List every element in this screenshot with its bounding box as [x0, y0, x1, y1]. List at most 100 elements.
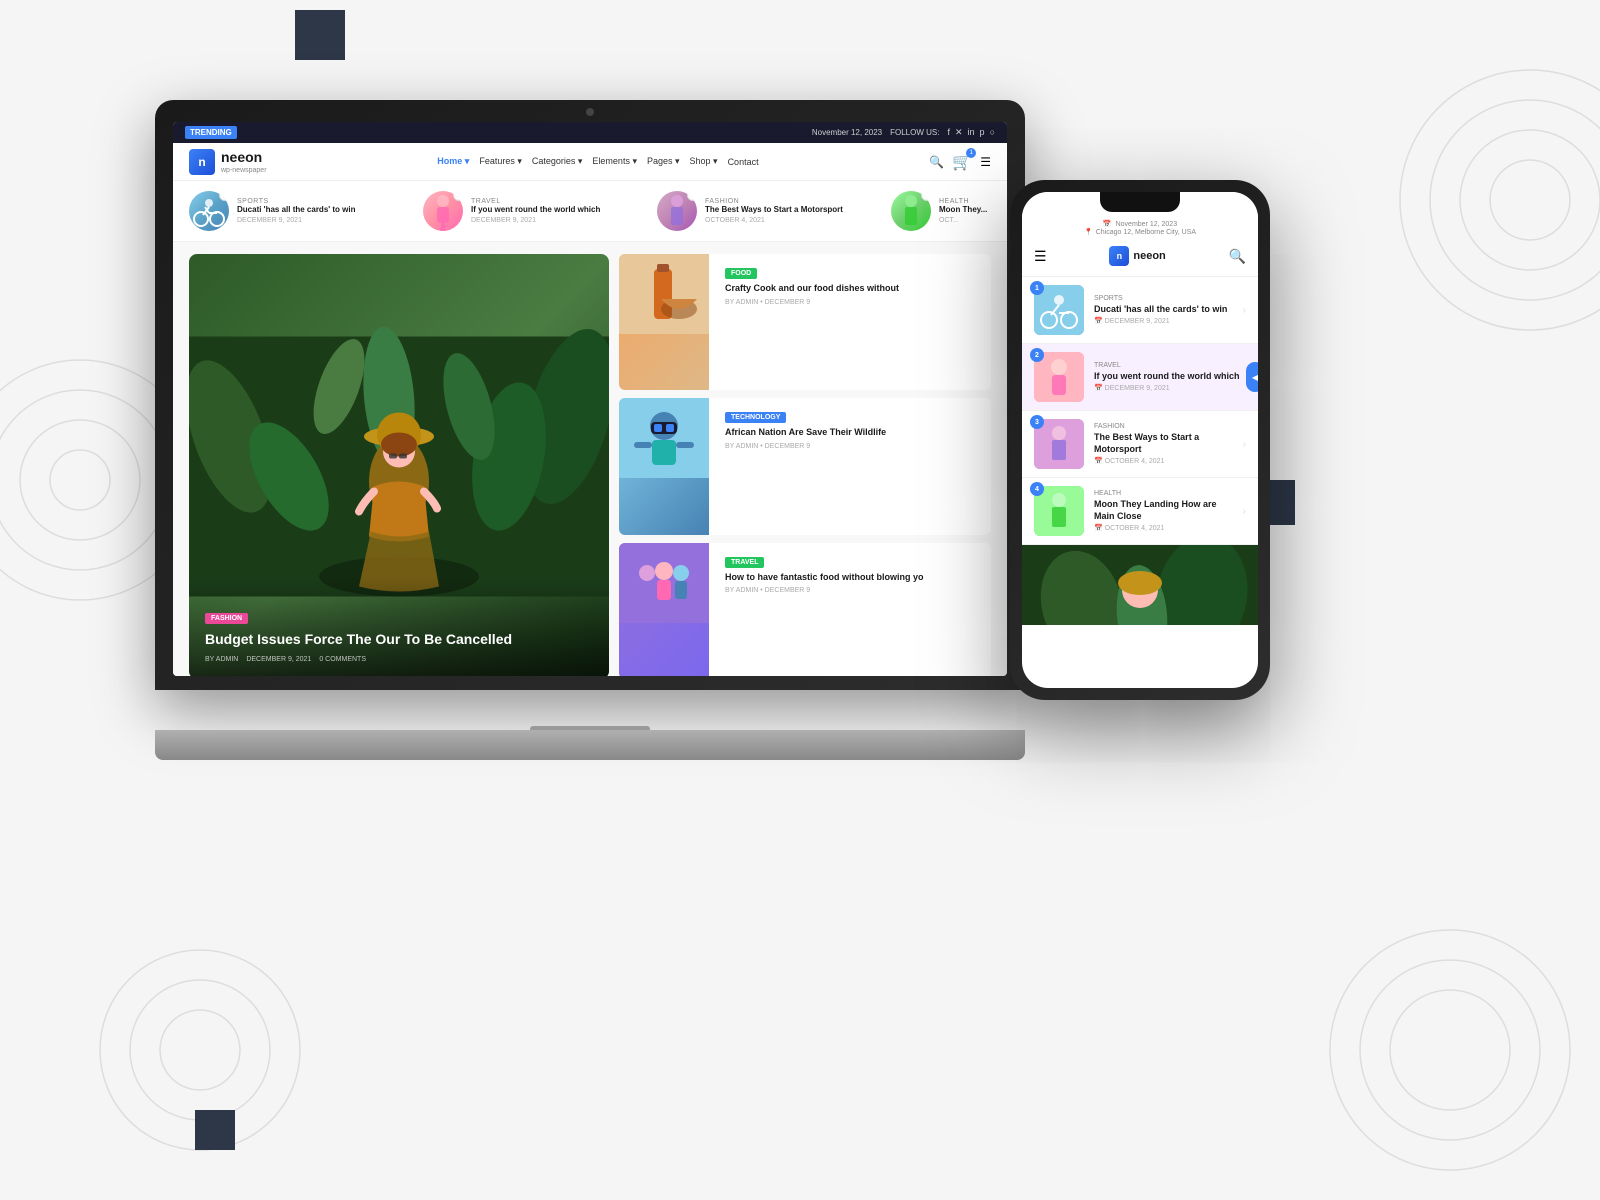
phone-logo-icon: n [1109, 246, 1129, 266]
trending-info-1: SPORTS Ducati 'has all the cards' to win… [237, 198, 411, 224]
phone-article-title-3: The Best Ways to Start a Motorsport [1094, 432, 1233, 455]
tech-badge: TECHNOLOGY [725, 412, 786, 423]
facebook-icon: f [947, 127, 950, 138]
featured-comments: 0 COMMENTS [319, 656, 366, 663]
phone-thumb-1: 1 [1034, 285, 1084, 335]
logo-icon: n [189, 149, 215, 175]
featured-badge: FASHION [205, 613, 248, 624]
nav-shop[interactable]: Shop ▾ [690, 156, 718, 167]
pinterest-icon: p [980, 127, 985, 138]
phone-screen: 📅 November 12, 2023 📍 Chicago 12, Melbor… [1022, 192, 1258, 688]
trending-articles-row: 1 SPORTS Ducati 'has all the cards' to [173, 181, 1007, 242]
side-article-tech[interactable]: TECHNOLOGY African Nation Are Save Their… [619, 398, 991, 534]
phone-article-date-1: 📅 DECEMBER 9, 2021 [1094, 317, 1233, 325]
side-content-travel: TRAVEL How to have fantastic food withou… [717, 543, 991, 676]
phone-article-date-2: 📅 DECEMBER 9, 2021 [1094, 384, 1246, 392]
phone-menu-icon[interactable]: ☰ [1034, 248, 1047, 265]
logo-text-wrap: neeon wp-newspaper [221, 149, 267, 174]
side-content-tech: TECHNOLOGY African Nation Are Save Their… [717, 398, 991, 534]
phone-article-cat-1: SPORTS [1094, 295, 1233, 302]
trending-title-2: If you went round the world which [471, 205, 645, 215]
trending-cat-1: SPORTS [237, 198, 411, 205]
cart-icon[interactable]: 🛒 1 [952, 152, 972, 172]
phone-article-4[interactable]: 4 HEALTH Moon They Landing How are Main … [1022, 478, 1258, 545]
phone-notch [1100, 192, 1180, 212]
nav-links: Home ▾ Features ▾ Categories ▾ Elements … [437, 156, 758, 167]
screen-nav: n neeon wp-newspaper Home ▾ Features ▾ C… [173, 143, 1007, 181]
nav-elements[interactable]: Elements ▾ [592, 156, 637, 167]
trending-item-4[interactable]: 4 HEALTH Moon They... OCT... [891, 191, 991, 231]
featured-author: BY ADMIN [205, 656, 238, 663]
location-icon: 📍 [1084, 228, 1093, 236]
side-thumb-tech [619, 398, 709, 534]
nav-contact[interactable]: Contact [728, 157, 759, 167]
trending-title-1: Ducati 'has all the cards' to win [237, 205, 411, 215]
logo-text: neeon [221, 149, 262, 165]
phone-thumb-4: 4 [1034, 486, 1084, 536]
featured-meta: BY ADMIN DECEMBER 9, 2021 0 COMMENTS [205, 656, 593, 663]
trending-date-4: OCT... [939, 217, 991, 224]
cart-count: 1 [966, 148, 976, 158]
phone-article-info-1: SPORTS Ducati 'has all the cards' to win… [1094, 295, 1233, 326]
side-articles: FOOD Crafty Cook and our food dishes wit… [619, 254, 991, 676]
phone-toggle[interactable]: ◀ [1246, 362, 1258, 392]
featured-date: DECEMBER 9, 2021 [246, 656, 311, 663]
side-meta-food: BY ADMIN • DECEMBER 9 [725, 299, 983, 306]
screen-main: FASHION Budget Issues Force The Our To B… [173, 242, 1007, 676]
featured-article[interactable]: FASHION Budget Issues Force The Our To B… [189, 254, 609, 676]
phone-logo: n neeon [1109, 246, 1165, 266]
topbar-right: November 12, 2023 FOLLOW US: f ✕ in p ○ [812, 127, 995, 138]
decorative-rect-1 [295, 10, 345, 60]
phone-search-icon[interactable]: 🔍 [1229, 248, 1246, 265]
phone-article-title-2: If you went round the world which [1094, 371, 1246, 383]
phone-article-1[interactable]: 1 SPORTS Ducati 'has all the cards' to [1022, 277, 1258, 344]
side-title-travel: How to have fantastic food without blowi… [725, 572, 983, 584]
phone-mockup: 📅 November 12, 2023 📍 Chicago 12, Melbor… [1010, 180, 1270, 700]
thumb-num-2: 2 [453, 191, 463, 201]
phone-thumb-3: 3 [1034, 419, 1084, 469]
trending-info-4: HEALTH Moon They... OCT... [939, 198, 991, 224]
social-icons: f ✕ in p ○ [947, 127, 995, 138]
nav-categories[interactable]: Categories ▾ [532, 156, 583, 167]
phone-article-2[interactable]: 2 TRAVEL If you went round the world whi… [1022, 344, 1258, 411]
nav-pages[interactable]: Pages ▾ [647, 156, 680, 167]
thumb-num-3: 3 [687, 191, 697, 201]
thumb-num-1: 1 [219, 191, 229, 201]
side-article-travel[interactable]: TRAVEL How to have fantastic food withou… [619, 543, 991, 676]
phone-article-cat-3: FASHION [1094, 423, 1233, 430]
thumb-num-4: 4 [921, 191, 931, 201]
phone-thumb-2: 2 [1034, 352, 1084, 402]
search-icon-top: ○ [990, 127, 995, 138]
twitter-icon: ✕ [955, 127, 963, 138]
side-article-food[interactable]: FOOD Crafty Cook and our food dishes wit… [619, 254, 991, 390]
laptop-base [155, 730, 1025, 760]
trending-cat-2: TRAVEL [471, 198, 645, 205]
laptop-screen: TRENDING November 12, 2023 FOLLOW US: f … [173, 122, 1007, 676]
side-meta-travel: BY ADMIN • DECEMBER 9 [725, 587, 983, 594]
trending-date-2: DECEMBER 9, 2021 [471, 217, 645, 224]
travel-badge: TRAVEL [725, 557, 764, 568]
side-thumb-food [619, 254, 709, 390]
trending-item-3[interactable]: 3 FASHION The Best Ways to Start a Motor… [657, 191, 879, 231]
trending-title-4: Moon They... [939, 205, 991, 215]
menu-icon[interactable]: ☰ [980, 155, 991, 169]
nav-home[interactable]: Home ▾ [437, 156, 469, 167]
phone-article-3[interactable]: 3 FASHION The Best Ways to Start a Motor… [1022, 411, 1258, 478]
phone-article-cat-2: TRAVEL [1094, 362, 1246, 369]
phone-thumb-num-4: 4 [1030, 482, 1044, 496]
food-badge: FOOD [725, 268, 757, 279]
topbar-left: TRENDING [185, 126, 237, 139]
phone-article-info-4: HEALTH Moon They Landing How are Main Cl… [1094, 490, 1233, 532]
featured-title: Budget Issues Force The Our To Be Cancel… [205, 630, 593, 648]
search-nav-icon[interactable]: 🔍 [929, 155, 944, 169]
phone-article-title-4: Moon They Landing How are Main Close [1094, 499, 1233, 522]
nav-features[interactable]: Features ▾ [479, 156, 522, 167]
nav-icons: 🔍 🛒 1 ☰ [929, 152, 991, 172]
trending-item-1[interactable]: 1 SPORTS Ducati 'has all the cards' to [189, 191, 411, 231]
phone-body: 📅 November 12, 2023 📍 Chicago 12, Melbor… [1010, 180, 1270, 700]
phone-article-date-4: 📅 OCTOBER 4, 2021 [1094, 524, 1233, 532]
logo-sub: wp-newspaper [221, 167, 267, 174]
trending-item-2[interactable]: 2 TRAVEL If you went round the world whi… [423, 191, 645, 231]
phone-article-date-3: 📅 OCTOBER 4, 2021 [1094, 457, 1233, 465]
trending-cat-4: HEALTH [939, 198, 991, 205]
